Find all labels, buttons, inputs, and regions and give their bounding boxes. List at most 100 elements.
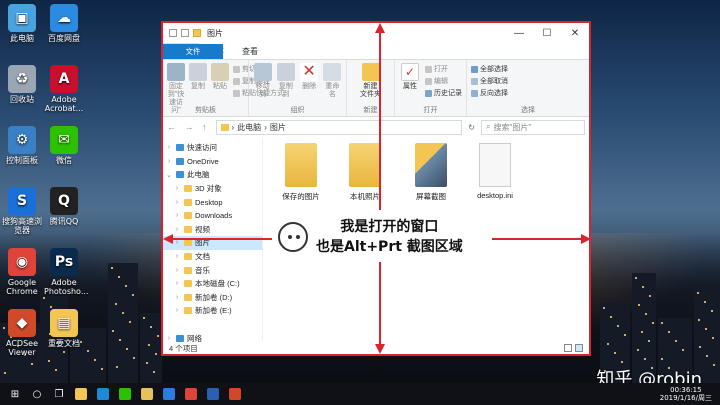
title-bar[interactable]: 图片 — ☐ ✕ <box>163 23 589 43</box>
desktop-icon-adobe-acrobat[interactable]: A Adobe Acrobat... <box>44 65 84 113</box>
maximize-button[interactable]: ☐ <box>533 28 561 39</box>
sogou-icon[interactable] <box>158 383 180 405</box>
chevron-icon[interactable]: › <box>173 267 181 274</box>
file-item[interactable]: 保存的图片 <box>271 143 331 202</box>
chevron-icon[interactable]: › <box>165 335 173 342</box>
navigation-pane[interactable]: › 快速访问 › OneDrive ⌄ 此电脑 › 3D 对象 › Desktop › Downloa… <box>163 137 263 343</box>
word-icon[interactable] <box>202 383 224 405</box>
navigation-buttons[interactable]: ← → ↑ <box>167 122 210 132</box>
nav-item[interactable]: › OneDrive <box>163 155 262 169</box>
desktop-icon-sogou-browser[interactable]: S 搜狗高速浏览器 <box>2 187 42 235</box>
desktop-icon-computer[interactable]: ▣ 此电脑 <box>2 4 42 43</box>
powerpoint-icon[interactable] <box>224 383 246 405</box>
desktop-icon-recycle-bin[interactable]: ♻ 回收站 <box>2 65 42 104</box>
chevron-icon[interactable]: ⌄ <box>165 171 173 179</box>
desktop-icon-photoshop[interactable]: Ps Adobe Photosho... <box>44 248 88 296</box>
nav-item[interactable]: › 本地磁盘 (C:) <box>163 277 262 291</box>
rename-button[interactable]: 重命名 <box>323 63 342 106</box>
chevron-icon[interactable]: › <box>165 158 173 165</box>
chevron-icon[interactable]: › <box>173 307 181 314</box>
close-button[interactable]: ✕ <box>561 28 589 39</box>
nav-item[interactable]: › 新加卷 (E:) <box>163 304 262 318</box>
search-icon[interactable]: ○ <box>26 383 48 405</box>
history-button[interactable]: 历史记录 <box>425 88 462 98</box>
nav-item[interactable]: › 视频 <box>163 223 262 237</box>
move-to-button[interactable]: 移动到 <box>253 63 272 106</box>
search-box[interactable]: ⌕ 搜索"图片" <box>481 119 585 135</box>
desktop-icon-label: 此电脑 <box>10 34 34 43</box>
nav-item[interactable]: › 图片 <box>163 236 262 250</box>
chevron-icon[interactable]: › <box>173 185 181 192</box>
paste-icon <box>211 63 229 81</box>
pin-quick-access-button[interactable]: 固定到"快速访问" <box>167 63 185 114</box>
tab-view[interactable]: 查看 <box>233 44 267 59</box>
nav-item[interactable]: › 快速访问 <box>163 141 262 155</box>
invert-selection-button[interactable]: 反向选择 <box>471 88 508 98</box>
nav-item[interactable]: ⌄ 此电脑 <box>163 168 262 182</box>
folder-icon <box>184 280 192 288</box>
pin-icon <box>167 63 185 81</box>
refresh-icon[interactable]: ↻ <box>468 123 475 132</box>
folder-icon[interactable] <box>136 383 158 405</box>
explorer-window[interactable]: 图片 — ☐ ✕ 文件 主页 共享 查看 固定到"快速访问" 复制 粘贴 剪切 … <box>161 21 591 356</box>
chevron-icon[interactable]: › <box>173 199 181 206</box>
nav-item[interactable]: › Downloads <box>163 209 262 223</box>
wechat-icon[interactable] <box>114 383 136 405</box>
acdsee-icon: ◆ <box>8 309 36 337</box>
breadcrumb-this-pc[interactable]: 此电脑 <box>237 122 261 133</box>
task-view-icon[interactable]: ❐ <box>48 383 70 405</box>
file-item[interactable]: desktop.ini <box>465 143 525 200</box>
desktop-icon-acdsee[interactable]: ◆ ACDSee Viewer <box>2 309 42 357</box>
select-none-button[interactable]: 全部取消 <box>471 76 508 86</box>
file-item[interactable]: 屏幕截图 <box>401 143 461 202</box>
taskbar-clock[interactable]: 00:36:15 2019/1/16/周三 <box>660 386 712 402</box>
nav-item[interactable]: › 3D 对象 <box>163 182 262 196</box>
clock-date: 2019/1/16/周三 <box>659 394 712 402</box>
desktop-icon-wechat[interactable]: ✉ 微信 <box>44 126 84 165</box>
properties-small-icon[interactable] <box>169 29 177 37</box>
large-icons-view-icon[interactable] <box>575 344 583 352</box>
desktop-icon-control-panel[interactable]: ⚙ 控制面板 <box>2 126 42 165</box>
edge-icon[interactable] <box>92 383 114 405</box>
desktop-icon-documents-folder[interactable]: ▤ 重要文档 <box>44 309 84 348</box>
folder-icon <box>176 157 184 165</box>
open-group: ✓ 属性 打开 编辑 历史记录 打开 <box>395 60 467 116</box>
breadcrumb-pictures[interactable]: 图片 <box>270 122 286 133</box>
chevron-icon[interactable]: › <box>173 226 181 233</box>
minimize-button[interactable]: — <box>505 28 533 39</box>
nav-item[interactable]: › Desktop <box>163 195 262 209</box>
new-folder-button[interactable]: 新建 文件夹 <box>351 63 390 106</box>
nav-item[interactable]: › 文档 <box>163 250 262 264</box>
chrome-icon[interactable] <box>180 383 202 405</box>
details-view-icon[interactable] <box>564 344 572 352</box>
nav-item[interactable]: › 音乐 <box>163 263 262 277</box>
properties-button[interactable]: ✓ 属性 <box>399 63 421 106</box>
desktop-icon-label: Google Chrome <box>6 278 38 296</box>
file-explorer-icon[interactable] <box>70 383 92 405</box>
chevron-icon[interactable]: › <box>165 144 173 151</box>
desktop-icon-baidu-netdisk[interactable]: ☁ 百度网盘 <box>44 4 84 43</box>
windows-start-icon[interactable]: ⊞ <box>4 383 26 405</box>
paste-button[interactable]: 粘贴 <box>211 63 229 106</box>
nav-item[interactable]: › 新加卷 (D:) <box>163 291 262 305</box>
chevron-icon[interactable]: › <box>173 239 181 246</box>
taskbar: ⊞ ○ ❐ 00:36:15 2019/1/16/周三 <box>0 383 720 405</box>
address-bar[interactable]: › 此电脑 › 图片 <box>215 119 463 135</box>
file-item[interactable]: 本机照片 <box>335 143 395 202</box>
delete-button[interactable]: ✕ 删除 <box>300 63 319 106</box>
taskbar-apps: ⊞ ○ ❐ <box>0 383 246 405</box>
tab-file[interactable]: 文件 <box>163 44 223 59</box>
desktop-icon-qq[interactable]: Q 腾讯QQ <box>44 187 84 226</box>
quick-access-toolbar[interactable] <box>169 29 201 37</box>
new-folder-small-icon[interactable] <box>181 29 189 37</box>
copy-button[interactable]: 复制 <box>189 63 207 106</box>
chevron-icon[interactable]: › <box>173 280 181 287</box>
open-button[interactable]: 打开 <box>425 64 462 74</box>
desktop-icon-chrome[interactable]: ◉ Google Chrome <box>2 248 42 296</box>
chevron-icon[interactable]: › <box>173 212 181 219</box>
copy-to-button[interactable]: 复制到 <box>276 63 295 106</box>
chevron-icon[interactable]: › <box>173 253 181 260</box>
chevron-icon[interactable]: › <box>173 294 181 301</box>
edit-button[interactable]: 编辑 <box>425 76 462 86</box>
select-all-button[interactable]: 全部选择 <box>471 64 508 74</box>
